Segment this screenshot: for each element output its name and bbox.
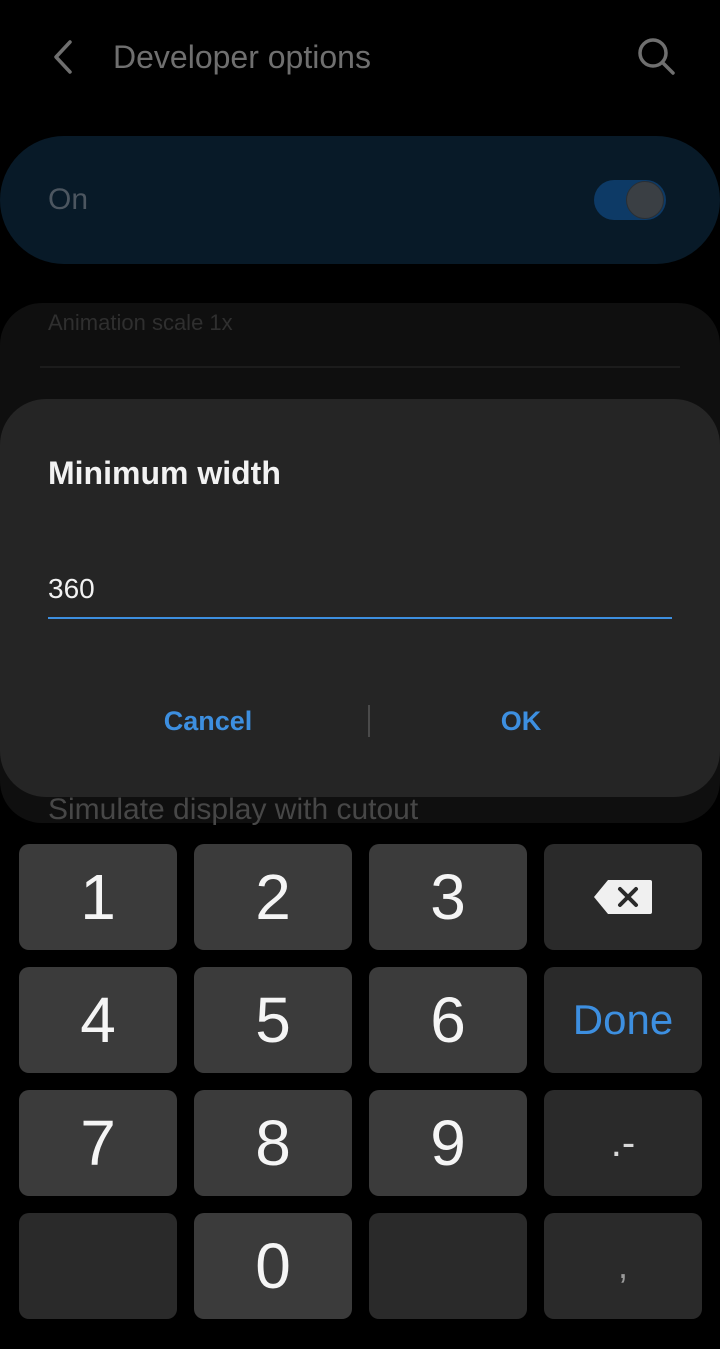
backspace-icon: [594, 880, 652, 914]
page-title: Developer options: [113, 39, 371, 75]
minimum-width-input[interactable]: 360: [48, 567, 672, 611]
ok-button[interactable]: OK: [370, 699, 672, 743]
key-5[interactable]: 5: [194, 967, 352, 1073]
key-2[interactable]: 2: [194, 844, 352, 950]
comma-key[interactable]: ,: [544, 1213, 702, 1319]
key-0[interactable]: 0: [194, 1213, 352, 1319]
key-4[interactable]: 4: [19, 967, 177, 1073]
key-6[interactable]: 6: [369, 967, 527, 1073]
key-8[interactable]: 8: [194, 1090, 352, 1196]
dialog-title: Minimum width: [48, 455, 281, 491]
app-header: Developer options: [0, 0, 720, 115]
done-key[interactable]: Done: [544, 967, 702, 1073]
master-switch-label: On: [48, 183, 89, 216]
minimum-width-dialog: Minimum width 360 Cancel OK: [0, 399, 720, 797]
search-icon[interactable]: [634, 34, 678, 78]
backspace-key[interactable]: [544, 844, 702, 950]
list-divider: [40, 366, 680, 368]
key-7[interactable]: 7: [19, 1090, 177, 1196]
input-underline: [48, 617, 672, 619]
numeric-keyboard: 1 2 3 4 5 6 Done 7 8 9 .- 0 ,: [0, 831, 720, 1349]
key-1[interactable]: 1: [19, 844, 177, 950]
master-switch-toggle[interactable]: [594, 180, 666, 220]
key-3[interactable]: 3: [369, 844, 527, 950]
cancel-button[interactable]: Cancel: [48, 699, 368, 743]
blank-key-left[interactable]: [19, 1213, 177, 1319]
blank-key-right[interactable]: [369, 1213, 527, 1319]
back-arrow-icon[interactable]: [44, 36, 84, 78]
key-9[interactable]: 9: [369, 1090, 527, 1196]
toggle-knob: [626, 181, 664, 219]
list-item-animation-scale[interactable]: Animation scale 1x: [48, 308, 233, 338]
dot-minus-key[interactable]: .-: [544, 1090, 702, 1196]
